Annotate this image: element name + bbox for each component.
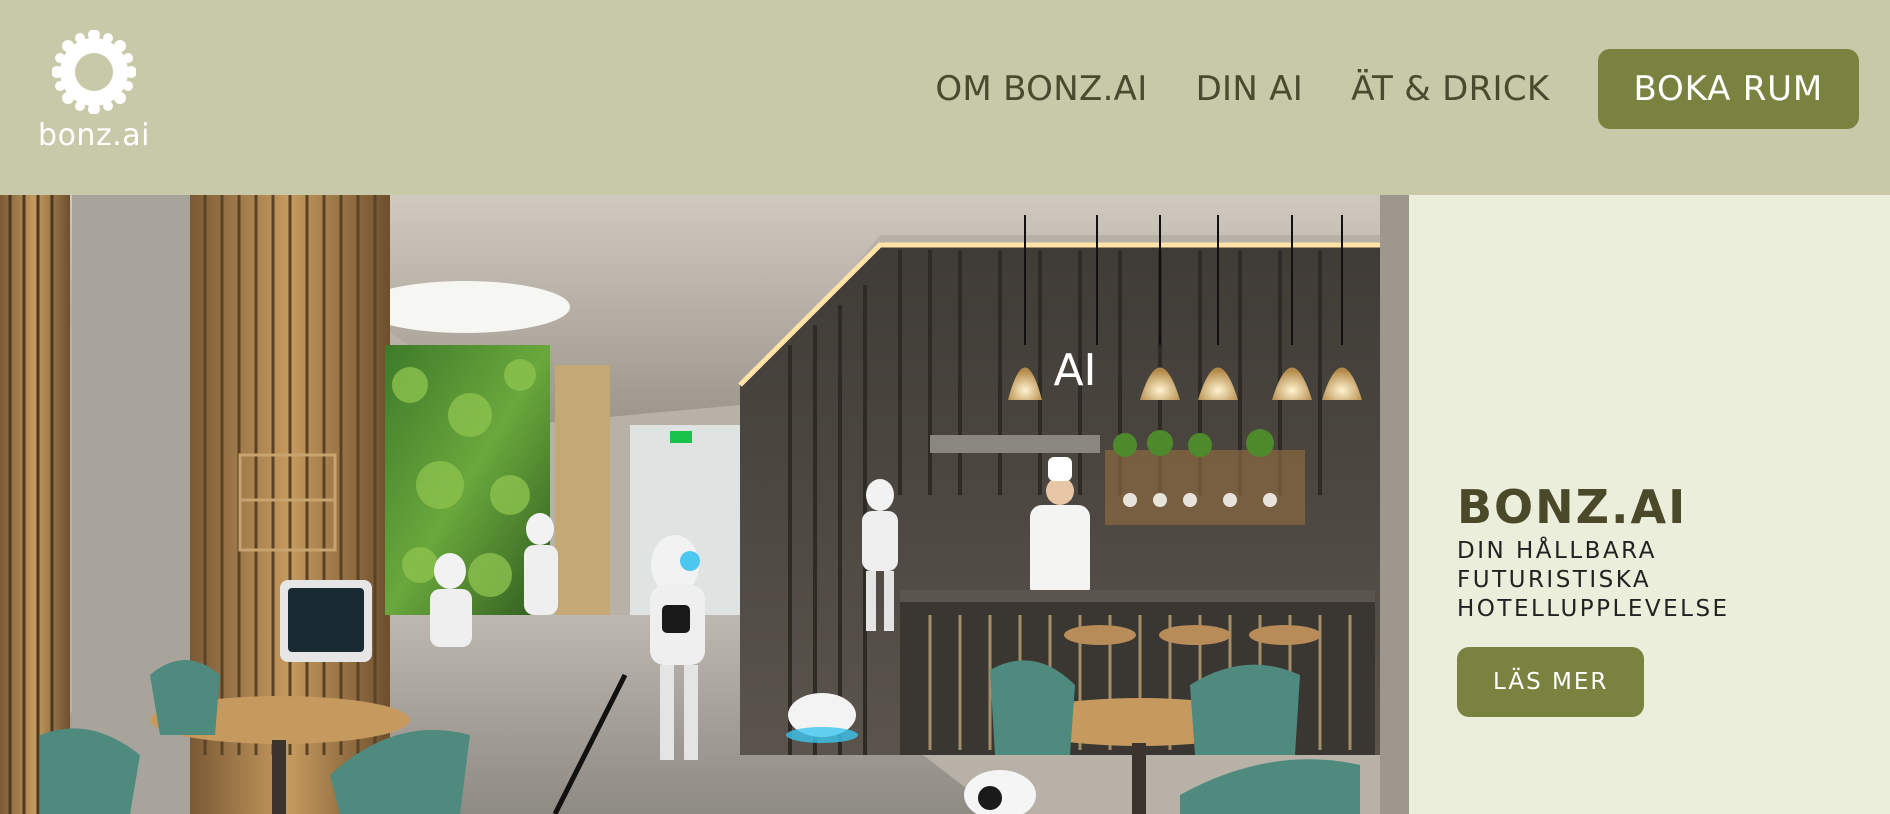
nav-item-din-ai[interactable]: DIN AI — [1196, 69, 1304, 109]
main-nav: OM BONZ.AI DIN AI ÄT & DRICK BOKA RUM — [935, 49, 1859, 129]
sun-flower-icon — [52, 30, 136, 114]
hero-subtitle: DIN HÅLLBARA FUTURISTISKA HOTELLUPPLEVEL… — [1457, 537, 1777, 624]
brand-logo[interactable]: bonz.ai — [34, 30, 154, 160]
nav-item-at-drick[interactable]: ÄT & DRICK — [1351, 69, 1549, 109]
hero-side-panel: BONZ.AI DIN HÅLLBARA FUTURISTISKA HOTELL… — [1409, 195, 1890, 814]
hero-image: AI — [0, 195, 1409, 814]
read-more-button[interactable]: LÄS MER — [1457, 647, 1645, 717]
hero-ai-sign: AI — [1053, 345, 1096, 396]
site-header: bonz.ai OM BONZ.AI DIN AI ÄT & DRICK BOK… — [0, 0, 1890, 195]
hero-subtitle-line: HOTELLUPPLEVELSE — [1457, 596, 1730, 622]
hero-subtitle-line: FUTURISTISKA — [1457, 567, 1652, 593]
restaurant-illustration: AI — [0, 195, 1409, 814]
logo-wordmark: bonz.ai — [38, 118, 150, 153]
book-room-button[interactable]: BOKA RUM — [1597, 49, 1859, 129]
nav-item-om-bonz[interactable]: OM BONZ.AI — [935, 69, 1147, 109]
hero-subtitle-line: DIN HÅLLBARA — [1457, 538, 1657, 564]
hero-title: BONZ.AI — [1457, 480, 1688, 534]
